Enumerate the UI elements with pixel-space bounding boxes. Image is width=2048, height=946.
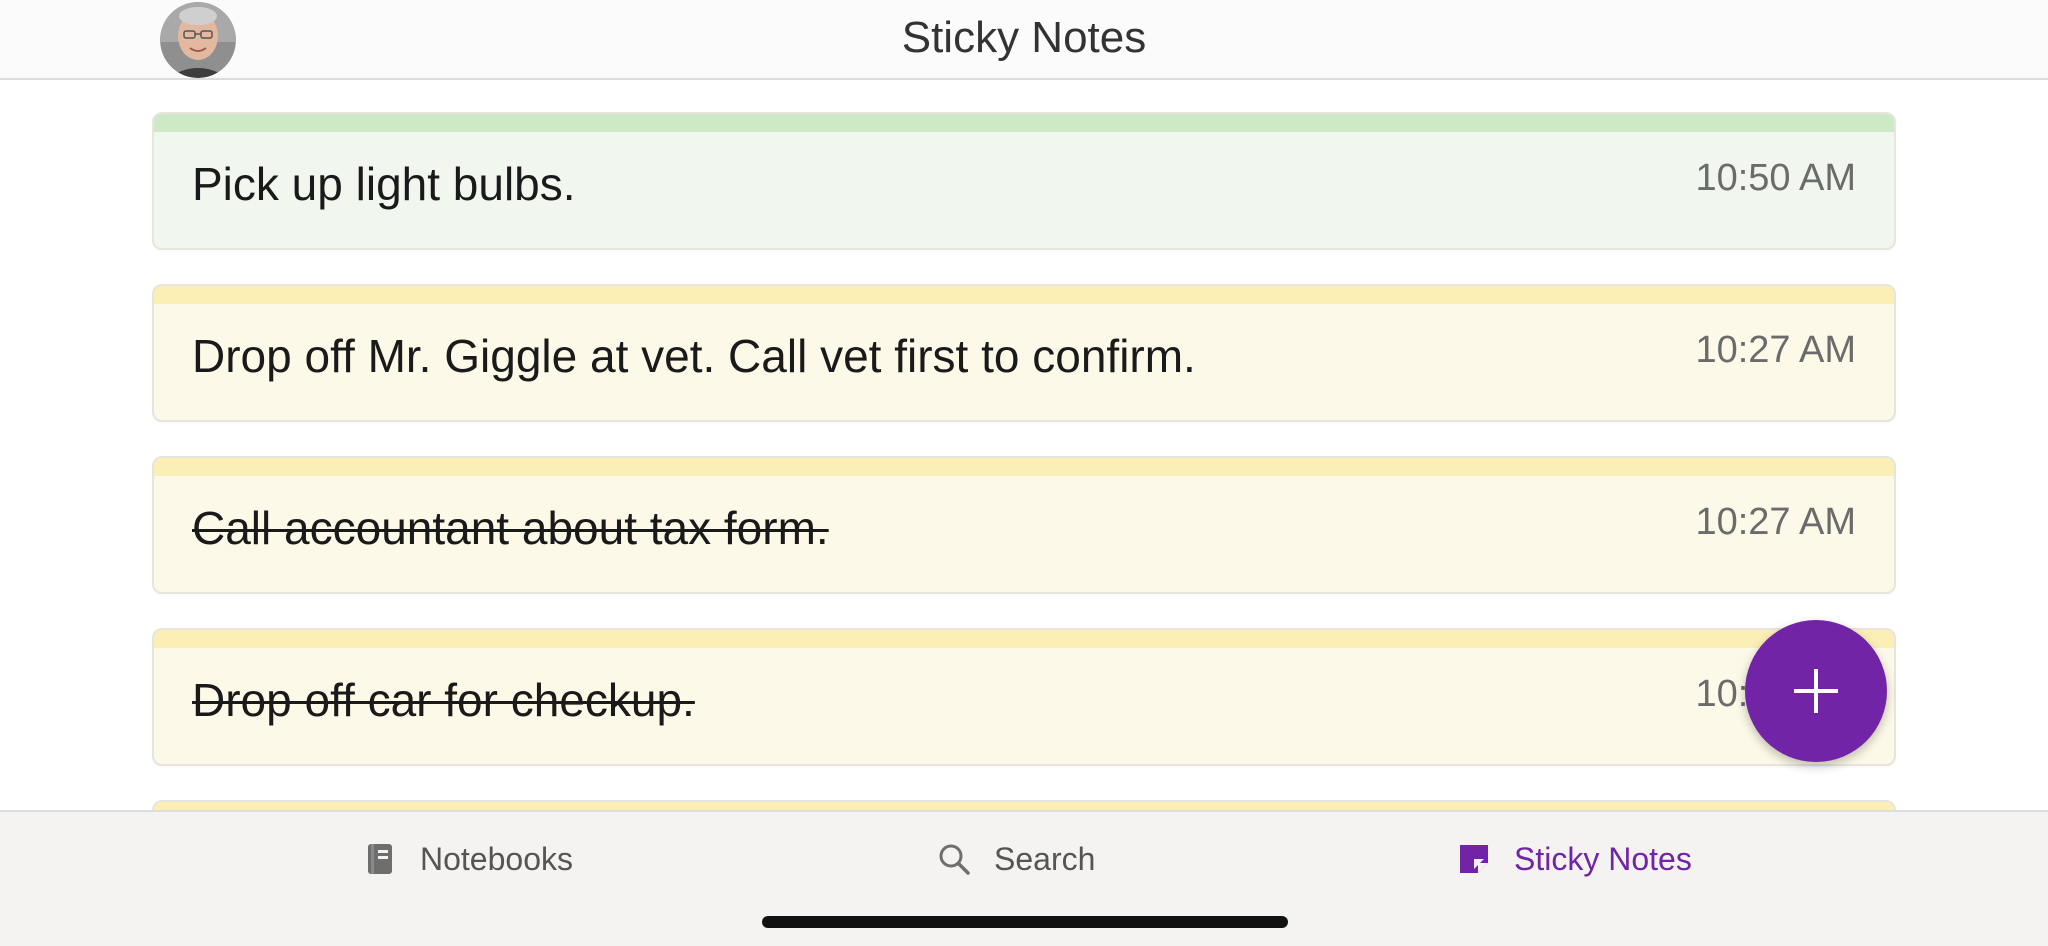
note-card[interactable]: Pick up light bulbs. 10:50 AM (152, 112, 1896, 250)
tab-label: Sticky Notes (1514, 840, 1692, 877)
note-color-bar (154, 286, 1894, 304)
note-card[interactable]: Drop off car for checkup. 10:27 AM (152, 628, 1896, 766)
note-timestamp: 10:27 AM (1695, 329, 1856, 371)
tab-sticky-notes[interactable]: Sticky Notes (1456, 834, 1692, 884)
tab-notebooks[interactable]: Notebooks (362, 834, 573, 884)
home-indicator (762, 916, 1288, 928)
note-color-bar (154, 630, 1894, 648)
tab-label: Notebooks (420, 840, 573, 877)
note-timestamp: 10:27 AM (1695, 501, 1856, 543)
sticky-notes-list: Pick up light bulbs. 10:50 AM Drop off M… (152, 112, 1896, 812)
tab-search[interactable]: Search (936, 834, 1095, 884)
page-title: Sticky Notes (901, 13, 1147, 62)
plus-icon (1794, 669, 1838, 713)
add-note-button[interactable] (1745, 620, 1887, 762)
note-text: Call accountant about tax form. (192, 502, 829, 554)
note-text: Pick up light bulbs. (192, 158, 576, 210)
app-window: Sticky Notes Pick up light bulbs. 10:50 … (0, 0, 2048, 946)
note-card[interactable]: Call accountant about tax form. 10:27 AM (152, 456, 1896, 594)
note-timestamp: 10:50 AM (1695, 157, 1856, 199)
tab-label: Search (994, 840, 1096, 877)
search-icon (939, 844, 970, 875)
note-text: Drop off Mr. Giggle at vet. Call vet fir… (192, 330, 1196, 382)
sticky-note-icon (1460, 845, 1488, 873)
note-color-bar (154, 458, 1894, 476)
notebook-icon (368, 844, 392, 874)
note-card[interactable]: Drop off Mr. Giggle at vet. Call vet fir… (152, 284, 1896, 422)
note-color-bar (154, 114, 1894, 132)
bottom-tab-bar: Notebooks Search Sticky Notes (0, 810, 2048, 946)
note-text: Drop off car for checkup. (192, 674, 695, 726)
top-bar: Sticky Notes (0, 0, 2048, 80)
